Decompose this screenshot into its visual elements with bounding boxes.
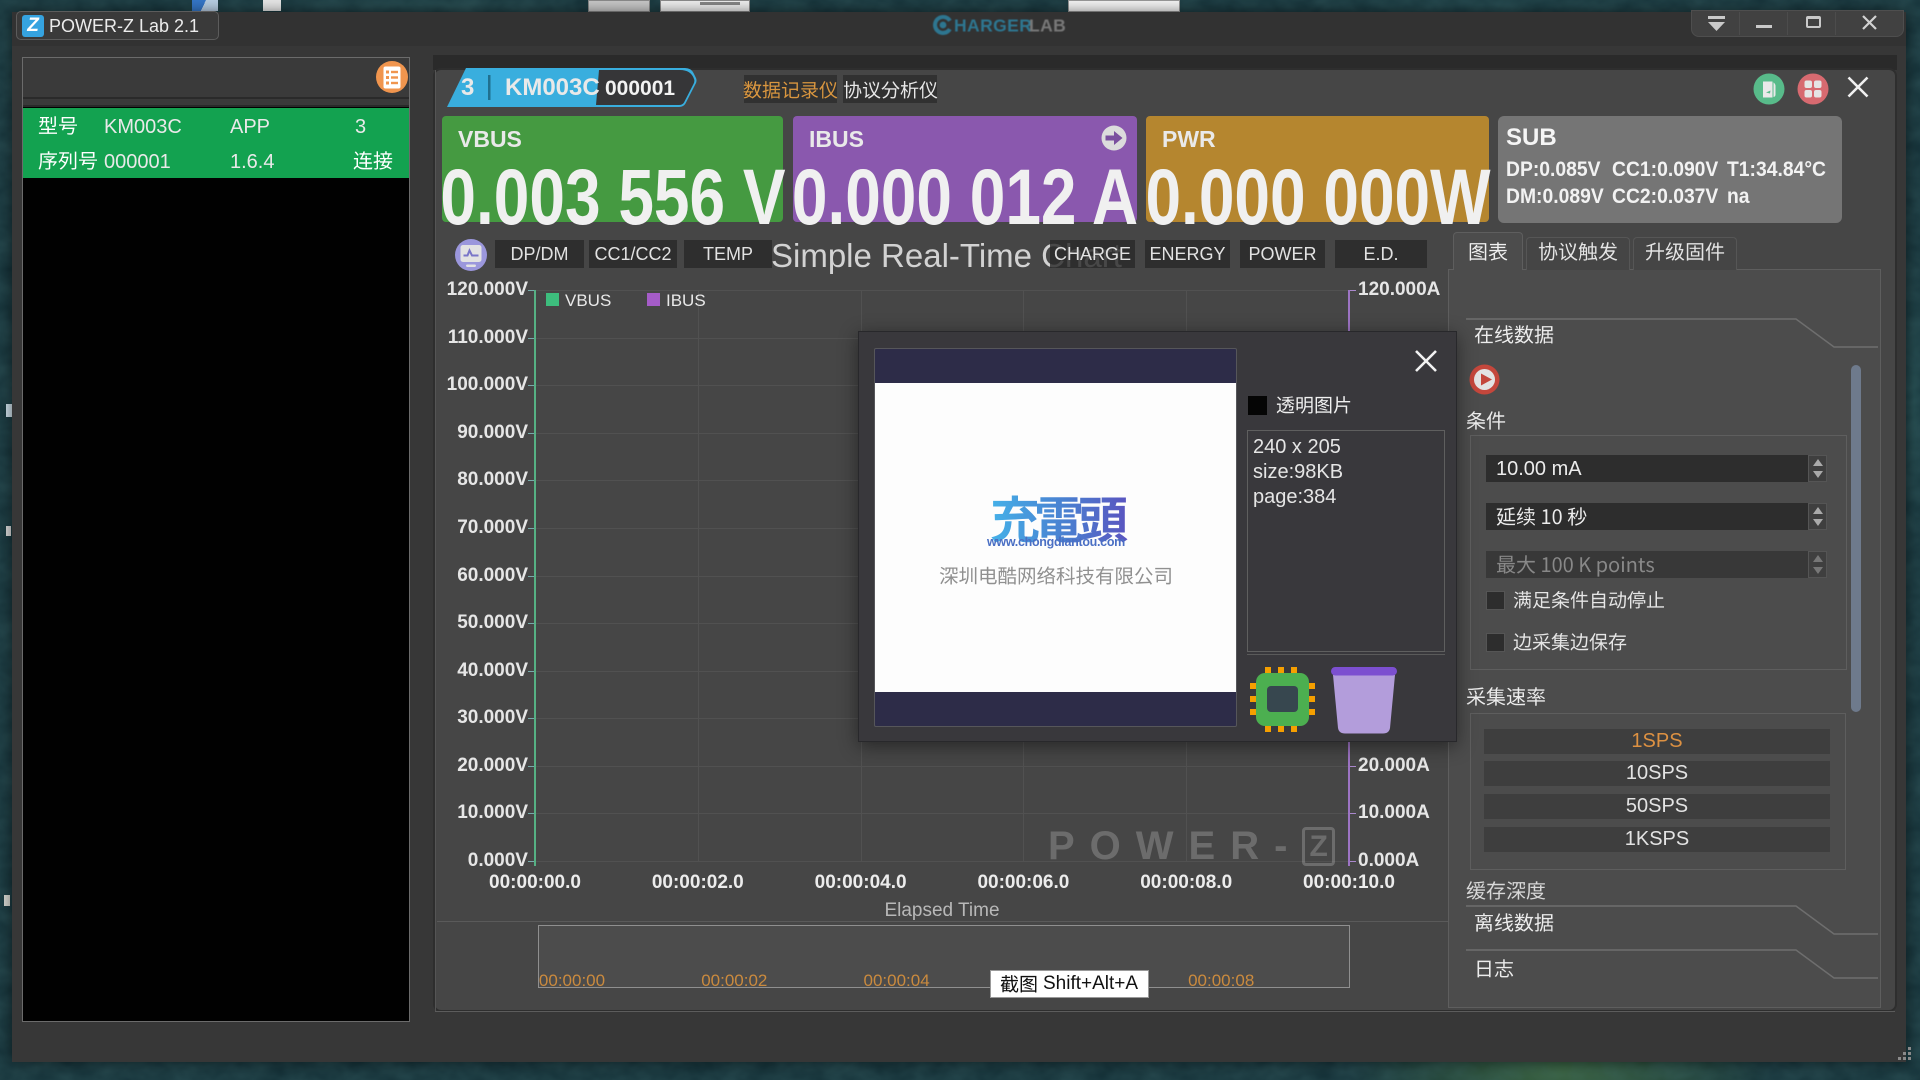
svg-text:HARGER: HARGER — [954, 16, 1032, 36]
svg-text:LAB: LAB — [1029, 16, 1066, 36]
